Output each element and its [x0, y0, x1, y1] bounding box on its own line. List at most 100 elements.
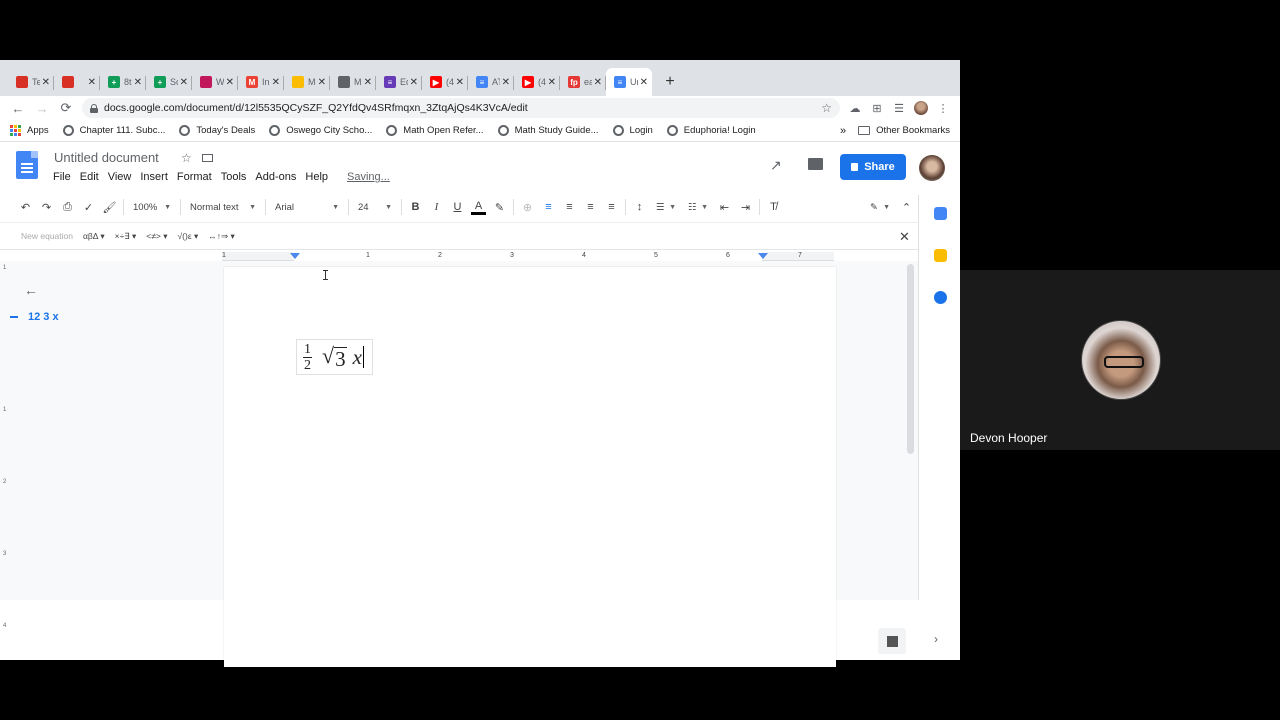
browser-tab[interactable]: ▶ (4)✕	[514, 68, 560, 96]
bookmark-item[interactable]: Login	[612, 125, 653, 136]
menu-edit[interactable]: Edit	[80, 171, 99, 183]
menu-format[interactable]: Format	[177, 171, 212, 183]
align-center-icon[interactable]: ≡	[562, 197, 577, 217]
new-equation-button[interactable]: New equation	[21, 231, 73, 241]
browser-tab[interactable]: M Inb✕	[238, 68, 284, 96]
arrows-menu[interactable]: ↔↑⇒ ▾	[208, 231, 235, 242]
bookmark-item[interactable]: Eduphoria! Login	[666, 125, 756, 136]
tab-close-icon[interactable]: ✕	[318, 77, 326, 88]
browser-tab[interactable]: Me✕	[284, 68, 330, 96]
tab-close-icon[interactable]: ✕	[226, 77, 234, 88]
font-select[interactable]: Arial ▼	[272, 197, 342, 217]
redo-icon[interactable]: ↷	[39, 197, 54, 217]
browser-tab[interactable]: +8th✕	[100, 68, 146, 96]
browser-menu-icon[interactable]: ⋮	[932, 98, 954, 118]
close-equation-bar-icon[interactable]: ✕	[899, 229, 910, 245]
explore-button[interactable]	[878, 628, 906, 654]
vertical-scrollbar[interactable]	[907, 264, 914, 454]
italic-button[interactable]: I	[429, 197, 444, 217]
align-right-icon[interactable]: ≡	[583, 197, 598, 217]
new-tab-button[interactable]: +	[658, 68, 682, 96]
numbered-list-icon[interactable]: ☰ ▼	[653, 197, 679, 217]
left-indent-marker[interactable]	[290, 253, 300, 259]
browser-tab[interactable]: fpeas✕	[560, 68, 606, 96]
paint-format-icon[interactable]: 🖌	[102, 197, 117, 217]
horizontal-ruler[interactable]: 1 1 2 3 4 5 6 7	[222, 252, 834, 261]
outline-heading-item[interactable]: 12 3 x	[10, 311, 59, 323]
equation-box[interactable]: 1 2 √ 3 x	[296, 339, 373, 375]
print-icon[interactable]: ⎙	[60, 197, 75, 217]
tab-close-icon[interactable]: ✕	[88, 77, 96, 88]
browser-tab[interactable]: Tea✕	[8, 68, 54, 96]
misc-operations-menu[interactable]: ×÷∃ ▾	[115, 231, 137, 242]
bold-button[interactable]: B	[408, 197, 423, 217]
tab-close-icon[interactable]: ✕	[502, 77, 510, 88]
browser-tab[interactable]: ▶ (4)✕	[422, 68, 468, 96]
forward-button[interactable]: →	[30, 98, 54, 118]
activity-trend-icon[interactable]: ↗	[770, 157, 782, 174]
extension-grid-icon[interactable]: ⊞	[866, 98, 888, 118]
keep-icon[interactable]	[934, 249, 947, 262]
bookmark-item[interactable]: Math Open Refer...	[386, 125, 484, 136]
move-folder-icon[interactable]	[202, 154, 213, 162]
star-icon[interactable]: ☆	[181, 151, 192, 165]
browser-tab[interactable]: We✕	[192, 68, 238, 96]
right-indent-marker[interactable]	[758, 253, 768, 259]
menu-insert[interactable]: Insert	[140, 171, 168, 183]
justify-icon[interactable]: ≡	[604, 197, 619, 217]
bookmark-star-icon[interactable]: ☆	[821, 101, 832, 115]
font-size-select[interactable]: 24 ▼	[355, 197, 395, 217]
tab-close-icon[interactable]: ✕	[548, 77, 556, 88]
greek-letters-menu[interactable]: αβΔ ▾	[83, 231, 105, 242]
tab-close-icon[interactable]: ✕	[42, 77, 50, 88]
reload-button[interactable]: ⟳	[54, 98, 78, 118]
back-button[interactable]: ←	[6, 98, 30, 118]
bookmark-item[interactable]: Chapter 111. Subc...	[62, 125, 165, 136]
browser-tab[interactable]: ≡ Unt✕	[606, 68, 652, 96]
editing-mode-icon[interactable]: ✎ ▼	[867, 197, 893, 217]
reading-list-icon[interactable]: ☰	[888, 98, 910, 118]
calendar-icon[interactable]	[934, 207, 947, 220]
browser-tab[interactable]: ✕	[54, 68, 100, 96]
browser-tab[interactable]: + Sol✕	[146, 68, 192, 96]
menu-addons[interactable]: Add-ons	[255, 171, 296, 183]
browser-tab[interactable]: Mic✕	[330, 68, 376, 96]
tab-close-icon[interactable]: ✕	[594, 77, 602, 88]
line-spacing-icon[interactable]: ↕	[632, 197, 647, 217]
profile-avatar[interactable]	[910, 98, 932, 118]
undo-icon[interactable]: ↶	[18, 197, 33, 217]
tab-close-icon[interactable]: ✕	[364, 77, 372, 88]
more-bookmarks-chevron[interactable]: »	[840, 125, 846, 137]
comment-history-icon[interactable]	[808, 158, 823, 170]
apps-shortcut[interactable]: Apps	[10, 125, 49, 136]
tasks-icon[interactable]	[934, 291, 947, 304]
tab-close-icon[interactable]: ✕	[180, 77, 188, 88]
tab-close-icon[interactable]: ✕	[456, 77, 464, 88]
bookmark-item[interactable]: Oswego City Scho...	[269, 125, 372, 136]
outline-back-arrow-icon[interactable]: ←	[24, 282, 38, 298]
decrease-indent-icon[interactable]: ⇤	[717, 197, 732, 217]
bookmark-item[interactable]: Today's Deals	[179, 125, 255, 136]
url-field[interactable]: docs.google.com/document/d/12l5535QCySZF…	[82, 98, 840, 118]
spellcheck-icon[interactable]: ✓	[81, 197, 96, 217]
tab-close-icon[interactable]: ✕	[134, 77, 142, 88]
highlight-icon[interactable]: ✎	[492, 197, 507, 217]
relations-menu[interactable]: <≠> ▾	[146, 231, 167, 242]
menu-view[interactable]: View	[108, 171, 132, 183]
browser-tab[interactable]: ≡ Equ✕	[376, 68, 422, 96]
text-color-button[interactable]: A	[471, 199, 486, 215]
account-avatar[interactable]	[919, 155, 945, 181]
style-select[interactable]: Normal text ▼	[187, 197, 259, 217]
docs-logo-icon[interactable]	[16, 151, 38, 179]
clear-formatting-icon[interactable]: T̸	[766, 197, 781, 217]
menu-file[interactable]: File	[53, 171, 71, 183]
share-button[interactable]: Share	[840, 154, 906, 180]
menu-tools[interactable]: Tools	[221, 171, 247, 183]
browser-tab[interactable]: ≡ ATA✕	[468, 68, 514, 96]
menu-help[interactable]: Help	[305, 171, 328, 183]
document-title[interactable]: Untitled document	[54, 150, 159, 165]
collapse-menu-icon[interactable]: ⌃	[899, 197, 914, 217]
show-side-panel-icon[interactable]: ›	[934, 632, 938, 646]
document-page[interactable]: 1 2 √ 3 x	[224, 267, 836, 667]
tab-close-icon[interactable]: ✕	[410, 77, 418, 88]
